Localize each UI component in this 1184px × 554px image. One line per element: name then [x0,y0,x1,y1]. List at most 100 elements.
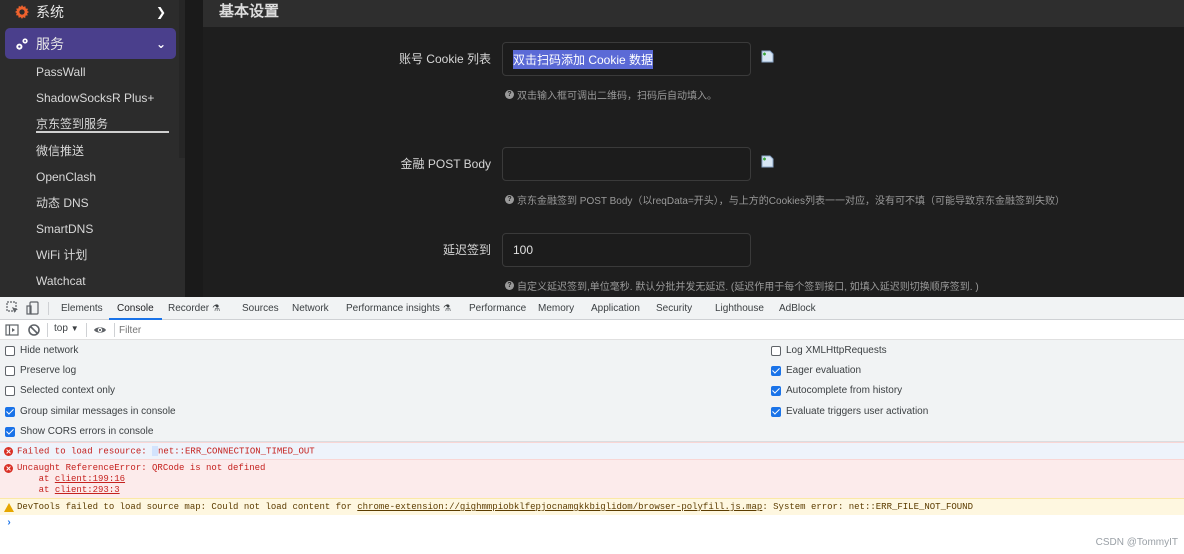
tab-lighthouse[interactable]: Lighthouse [715,297,764,320]
sub-item-jd-sign[interactable]: 京东签到服务 [36,115,169,133]
setting-group-similar[interactable]: Group similar messages in console [5,406,176,417]
checkbox-checked[interactable] [771,385,781,396]
cogs-icon [14,36,30,52]
sidebar-toggle-icon[interactable] [5,323,19,337]
context-value: top [54,323,68,334]
setting-log-xhr[interactable]: Log XMLHttpRequests [771,345,887,356]
delay-value: 100 [513,243,534,257]
stack-link[interactable]: client:293:3 [55,485,120,495]
post-body-input[interactable] [502,147,751,181]
delay-input[interactable]: 100 [502,233,751,267]
help-text: 双击输入框可调出二维码，扫码后自动填入。 [517,91,717,102]
console-output: ✕ Failed to load resource: net::ERR_CONN… [0,442,1184,554]
setting-show-cors[interactable]: Show CORS errors in console [5,426,153,437]
setting-evaluate-triggers[interactable]: Evaluate triggers user activation [771,406,928,417]
help-icon: ? [505,281,514,290]
caret-down-icon: ▼ [70,324,79,333]
tab-security[interactable]: Security [656,297,692,320]
message-suffix: : System error: net::ERR_FILE_NOT_FOUND [762,502,973,512]
tab-elements[interactable]: Elements [61,297,103,320]
help-icon: ? [505,90,514,99]
setting-label: Eager evaluation [786,365,862,376]
sub-item-wechat-push[interactable]: 微信推送 [36,142,84,160]
delay-help: ? 自定义延迟签到,单位毫秒. 默认分批并发无延迟. (延迟作用于每个签到接口,… [505,278,979,293]
console-warning-message: DevTools failed to load source map: Coul… [0,498,1184,515]
tab-recorder[interactable]: Recorder ⚗ [168,297,220,320]
separator [48,302,49,315]
chevron-right-icon: ❯ [156,5,167,19]
checkbox[interactable] [771,345,781,356]
sub-item-wifi-schedule[interactable]: WiFi 计划 [36,246,87,264]
setting-autocomplete[interactable]: Autocomplete from history [771,385,902,396]
checkbox[interactable] [5,385,15,396]
error-icon: ✕ [4,447,13,456]
add-document-icon[interactable] [761,50,774,63]
inspect-element-icon[interactable] [6,301,20,315]
console-error-message: ✕ Failed to load resource: net::ERR_CONN… [0,442,1184,459]
checkbox-checked[interactable] [771,406,781,417]
message-detail: net::ERR_CONNECTION_TIMED_OUT [158,446,315,457]
section-title: 基本设置 [219,3,280,20]
sub-item-passwall[interactable]: PassWall [36,63,86,81]
filter-input[interactable] [119,322,1179,338]
stack-link[interactable]: client:199:16 [55,474,125,484]
setting-label: Preserve log [20,365,77,376]
sub-item-smartdns[interactable]: SmartDNS [36,220,93,238]
tab-label: Recorder [168,303,210,314]
checkbox-checked[interactable] [771,365,781,376]
tab-label: Performance insights [346,303,440,314]
nav-item-services[interactable]: 服务 ⌄ [5,28,176,59]
nav-item-label: 系统 [36,4,64,20]
tab-performance[interactable]: Performance [469,297,526,320]
checkbox[interactable] [5,365,15,376]
tab-memory[interactable]: Memory [538,297,574,320]
tab-console[interactable]: Console [109,297,162,320]
checkbox-checked[interactable] [5,406,15,417]
nav-item-system[interactable]: 系统 ❯ [0,0,180,24]
tab-adblock[interactable]: AdBlock [779,297,816,320]
screen: 系统 ❯ 服务 ⌄ PassWall ShadowSocksR Plus+ 京东… [0,0,1184,554]
eye-icon[interactable] [93,323,107,337]
device-toolbar-icon[interactable] [26,301,40,315]
devtools-tab-bar: Elements Console Recorder ⚗ Sources Netwo… [0,297,1184,320]
checkbox[interactable] [5,345,15,356]
setting-hide-network[interactable]: Hide network [5,345,78,356]
post-body-label: 金融 POST Body [400,157,491,171]
console-toolbar: top ▼ [0,320,1184,340]
experiment-icon: ⚗ [212,303,221,313]
sub-item-ddns[interactable]: 动态 DNS [36,194,89,212]
watermark: CSDN @TommyIT [1095,537,1178,548]
chevron-down-icon: ⌄ [156,36,167,51]
console-prompt[interactable]: › [6,518,12,529]
source-map-link[interactable]: chrome-extension://gighmmpiobklfepjocnam… [357,502,762,512]
setting-label: Show CORS errors in console [20,426,154,437]
context-selector[interactable]: top ▼ [54,323,79,334]
tab-sources[interactable]: Sources [242,297,279,320]
tab-application[interactable]: Application [591,297,640,320]
console-error-message: ✕ Uncaught ReferenceError: QRCode is not… [0,459,1184,498]
clear-console-icon[interactable] [27,323,41,337]
cookie-list-input[interactable]: 双击扫码添加 Cookie 数据 [502,42,751,76]
checkbox-checked[interactable] [5,426,15,437]
content-gutter [185,0,203,297]
setting-preserve-log[interactable]: Preserve log [5,365,76,376]
cookie-list-value: 双击扫码添加 Cookie 数据 [513,49,654,69]
help-text: 京东金融签到 POST Body（以reqData=开头），与上方的Cookie… [517,196,1065,207]
setting-label: Log XMLHttpRequests [786,345,887,356]
add-document-icon[interactable] [761,155,774,168]
tab-network[interactable]: Network [292,297,329,320]
error-icon: ✕ [4,464,13,473]
setting-selected-context[interactable]: Selected context only [5,385,115,396]
sub-item-openclash[interactable]: OpenClash [36,168,96,186]
cookie-list-help: ? 双击输入框可调出二维码，扫码后自动填入。 [505,87,717,102]
sub-item-watchcat[interactable]: Watchcat [36,272,86,290]
setting-label: Autocomplete from history [786,385,903,396]
setting-eager-eval[interactable]: Eager evaluation [771,365,861,376]
separator [114,323,115,337]
console-settings: Hide network Preserve log Selected conte… [0,340,1184,442]
message-text: DevTools failed to load source map: Coul… [17,502,358,512]
message-text: Failed to load resource: [17,446,153,457]
setting-label: Selected context only [20,385,116,396]
sub-item-ssr-plus[interactable]: ShadowSocksR Plus+ [36,89,154,107]
tab-performance-insights[interactable]: Performance insights ⚗ [346,297,451,320]
